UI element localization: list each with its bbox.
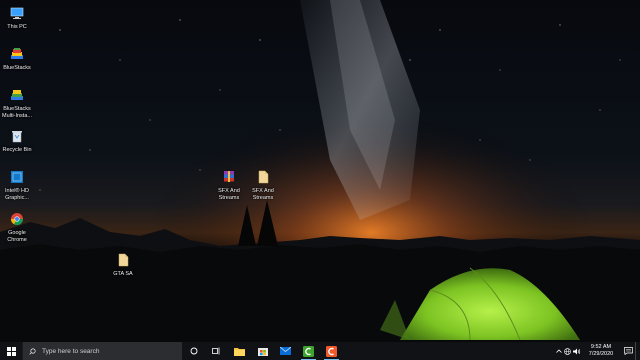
microsoft-store-icon bbox=[257, 348, 268, 356]
speaker-icon bbox=[572, 348, 580, 354]
desktop-icon-label: GTA SA bbox=[113, 271, 133, 277]
globe-icon bbox=[564, 347, 571, 355]
search-icon bbox=[29, 347, 36, 355]
microsoft-store-button[interactable] bbox=[251, 342, 274, 360]
file-icon bbox=[254, 168, 272, 186]
show-hidden-icons-button[interactable] bbox=[554, 342, 563, 360]
file-icon bbox=[114, 251, 132, 269]
desktop-icon-label: Intel® HD Graphic... bbox=[5, 188, 29, 201]
recycle-bin-icon bbox=[8, 127, 26, 145]
winrar-archive-icon bbox=[220, 168, 238, 186]
desktop-icon-google-chrome[interactable]: Google Chrome bbox=[0, 210, 38, 243]
cortana-button[interactable] bbox=[182, 342, 205, 360]
taskbar-search-box[interactable]: Type here to search bbox=[22, 342, 182, 360]
desktop-icon-label: SFX And Streams bbox=[252, 188, 274, 201]
desktop-icon-sfx-and-streams-folder[interactable]: SFX And Streams bbox=[242, 168, 284, 201]
task-view-button[interactable] bbox=[205, 342, 228, 360]
desktop-icon-this-pc[interactable]: This PC bbox=[0, 4, 38, 31]
desktop-icon-label: This PC bbox=[7, 24, 27, 30]
camtasia-icon bbox=[303, 345, 314, 357]
desktop-icon-bluestacks[interactable]: BlueStacks bbox=[0, 45, 38, 72]
action-center-button[interactable] bbox=[621, 342, 635, 360]
chrome-icon bbox=[8, 210, 26, 228]
system-tray: 9:52 AM 7/29/2020 bbox=[554, 342, 640, 360]
clock-date: 7/29/2020 bbox=[588, 351, 614, 357]
file-explorer-button[interactable] bbox=[228, 342, 251, 360]
desktop-icon-intel-hd-graphics[interactable]: Intel® HD Graphic... bbox=[0, 168, 38, 201]
task-view-icon bbox=[212, 347, 220, 355]
desktop-icon-label: Google Chrome bbox=[7, 230, 27, 243]
notification-icon bbox=[623, 347, 633, 355]
cortana-icon bbox=[190, 347, 197, 355]
search-placeholder: Type here to search bbox=[42, 347, 100, 355]
file-explorer-icon bbox=[234, 347, 245, 356]
desktop-icon-label: SFX And Streams bbox=[218, 188, 240, 201]
network-button[interactable] bbox=[563, 342, 572, 360]
start-button[interactable] bbox=[0, 342, 22, 360]
camtasia-recorder-button[interactable] bbox=[320, 342, 343, 360]
desktop-icon-label: Recycle Bin bbox=[2, 147, 32, 153]
taskbar: Type here to search 9:52 AM 7/29/2020 bbox=[0, 342, 640, 360]
desktop-icon-gta-sa[interactable]: GTA SA bbox=[102, 251, 144, 278]
chevron-up-icon bbox=[555, 349, 562, 353]
bluestacks-icon bbox=[8, 45, 26, 63]
desktop-icon-recycle-bin[interactable]: Recycle Bin bbox=[0, 127, 38, 154]
desktop-icon-label: BlueStacks bbox=[3, 65, 31, 71]
desktop-icon-bluestacks-multi-instance[interactable]: BlueStacks Multi-Insta... bbox=[0, 86, 38, 119]
desktop-icon-label: BlueStacks Multi-Insta... bbox=[2, 106, 32, 119]
volume-button[interactable] bbox=[572, 342, 581, 360]
clock-time: 9:52 AM bbox=[590, 344, 612, 350]
bluestacks-multi-instance-icon bbox=[8, 86, 26, 104]
mail-button[interactable] bbox=[274, 342, 297, 360]
camtasia-recorder-icon bbox=[326, 345, 337, 357]
computer-icon bbox=[8, 4, 26, 22]
desktop-wallpaper bbox=[0, 0, 640, 342]
show-desktop-button[interactable] bbox=[635, 342, 640, 360]
mail-icon bbox=[280, 347, 291, 355]
camtasia-button[interactable] bbox=[297, 342, 320, 360]
intel-graphics-icon bbox=[8, 168, 26, 186]
windows-logo-icon bbox=[6, 346, 16, 356]
taskbar-clock[interactable]: 9:52 AM 7/29/2020 bbox=[581, 344, 621, 358]
